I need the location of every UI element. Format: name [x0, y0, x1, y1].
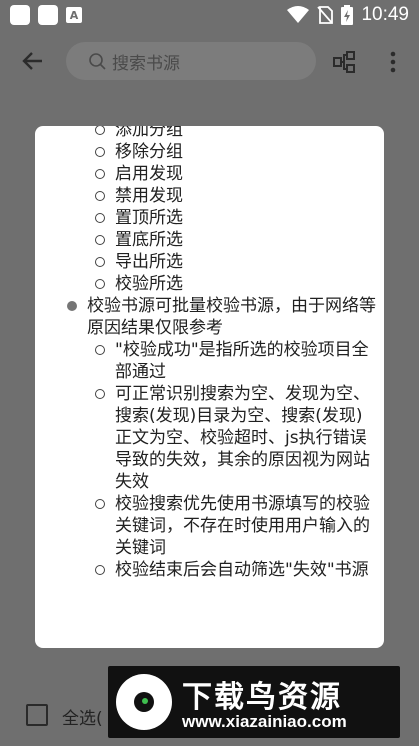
- list-item: "校验成功"是指所选的校验项目全部通过: [95, 339, 374, 383]
- list-item: 禁用发现: [95, 185, 374, 207]
- list-item: 可正常识别搜索为空、发现为空、搜索(发现)目录为空、搜索(发现)正文为空、校验超…: [95, 383, 374, 493]
- list-item-text: 移除分组: [115, 142, 183, 162]
- circle-bullet-icon: [95, 389, 105, 399]
- circle-bullet-icon: [95, 257, 105, 267]
- list-item: 校验书源可批量校验书源，由于网络等原因结果仅限参考 "校验成功"是指所选的校验项…: [67, 295, 384, 581]
- list-item: 置顶所选: [95, 207, 374, 229]
- search-input[interactable]: 搜索书源: [66, 42, 316, 80]
- no-sim-icon: [317, 6, 334, 24]
- circle-bullet-icon: [95, 213, 105, 223]
- list-item-text: 添加分组: [115, 126, 183, 140]
- list-item: 校验搜索优先使用书源填写的校验关键词，不存在时使用用户输入的关键词: [95, 493, 374, 559]
- list-item: 校验所选: [95, 273, 374, 295]
- list-item-text: 可正常识别搜索为空、发现为空、搜索(发现)目录为空、搜索(发现)正文为空、校验超…: [115, 384, 370, 492]
- check-note: 校验书源可批量校验书源，由于网络等原因结果仅限参考: [87, 296, 376, 338]
- list-item: 添加分组: [95, 126, 374, 141]
- list-item-text: 校验搜索优先使用书源填写的校验关键词，不存在时使用用户输入的关键词: [115, 494, 370, 558]
- watermark: 下载鸟资源 www.xiazainiao.com: [108, 666, 400, 738]
- more-vert-icon[interactable]: [388, 50, 398, 74]
- help-dialog: 添加分组移除分组 启用发现 禁用发现 置顶所选 置底所选 导出所选 校验所选 校验书源可批量…: [35, 126, 384, 648]
- app-icon: [38, 5, 58, 25]
- list-item: 添加分组移除分组 启用发现 禁用发现 置顶所选 置底所选 导出所选 校验所选: [87, 126, 384, 295]
- search-icon: [89, 53, 106, 70]
- circle-bullet-icon: [95, 345, 105, 355]
- select-all-label[interactable]: 全选(: [62, 704, 103, 729]
- bullet-icon: [67, 301, 77, 311]
- battery-charging-icon: [341, 5, 354, 25]
- circle-bullet-icon: [95, 191, 105, 201]
- list-item: 移除分组: [95, 141, 374, 163]
- list-item: 导出所选: [95, 251, 374, 273]
- circle-bullet-icon: [95, 169, 105, 179]
- list-item: 置底所选: [95, 229, 374, 251]
- clock: 10:49: [361, 4, 409, 25]
- select-all-checkbox[interactable]: [26, 704, 48, 726]
- circle-bullet-icon: [95, 499, 105, 509]
- list-item-text: 置顶所选: [115, 208, 183, 228]
- circle-bullet-icon: [95, 279, 105, 289]
- status-bar: A 10:49: [0, 0, 419, 30]
- watermark-title: 下载鸟资源: [182, 680, 342, 715]
- bird-logo-icon: [116, 674, 172, 730]
- circle-bullet-icon: [95, 147, 105, 157]
- search-placeholder: 搜索书源: [112, 53, 180, 74]
- app-icon: [10, 5, 30, 25]
- list-item-text: 校验所选: [115, 274, 183, 294]
- list-item-text: 禁用发现: [115, 186, 183, 206]
- list-item-text: 校验结束后会自动筛选"失效"书源: [115, 560, 369, 580]
- list-item: 校验结束后会自动筛选"失效"书源: [95, 559, 374, 581]
- group-icon[interactable]: [332, 50, 356, 74]
- back-arrow-icon[interactable]: [20, 48, 46, 74]
- toolbar: 搜索书源: [0, 36, 419, 86]
- list-item-text: "校验成功"是指所选的校验项目全部通过: [115, 340, 369, 382]
- help-content[interactable]: 添加分组移除分组 启用发现 禁用发现 置顶所选 置底所选 导出所选 校验所选 校验书源可批量…: [35, 126, 384, 648]
- circle-bullet-icon: [95, 126, 105, 135]
- list-item: 启用发现: [95, 163, 374, 185]
- list-item-text: 置底所选: [115, 230, 183, 250]
- circle-bullet-icon: [95, 235, 105, 245]
- font-icon: A: [66, 7, 82, 23]
- list-item-text: 导出所选: [115, 252, 183, 272]
- circle-bullet-icon: [95, 565, 105, 575]
- watermark-url: www.xiazainiao.com: [182, 712, 347, 731]
- wifi-icon: [287, 6, 310, 23]
- list-item-text: 启用发现: [115, 164, 183, 184]
